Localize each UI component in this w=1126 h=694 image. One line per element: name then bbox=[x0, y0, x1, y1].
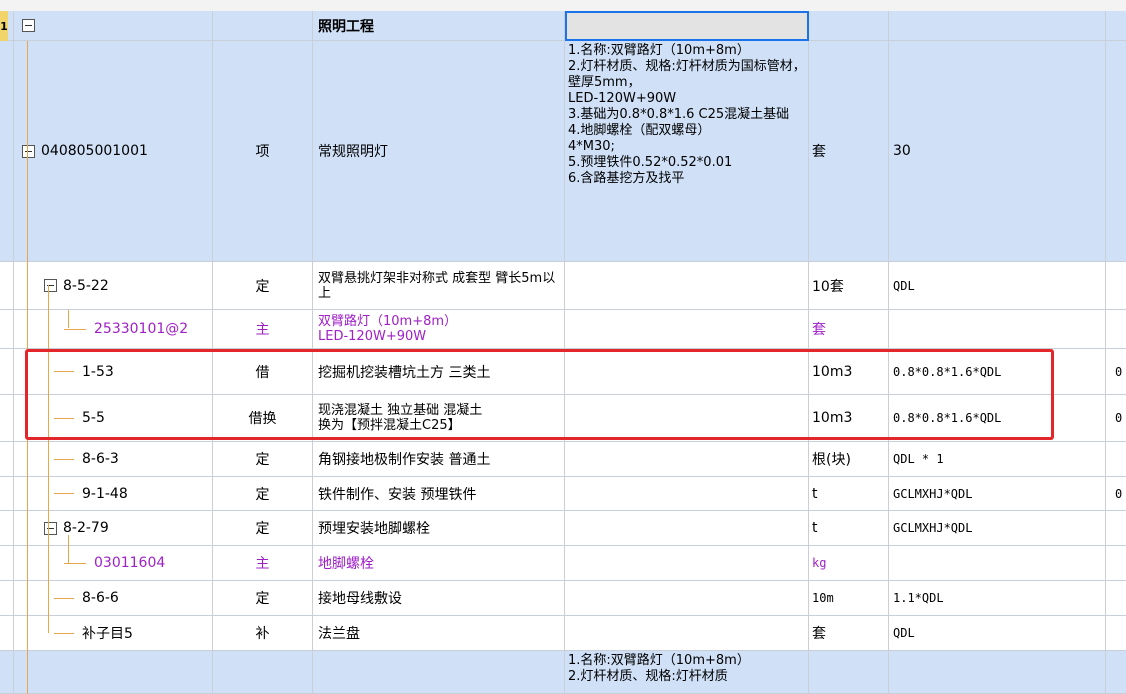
table-row[interactable]: 8-6-6 定 接地母线敷设 10m 1.1*QDL bbox=[0, 581, 1126, 616]
tree-connector bbox=[68, 310, 69, 328]
row-code: 9-1-48 bbox=[82, 485, 128, 502]
bill-item-row-next[interactable]: 1.名称:双臂路灯（10m+8m） 2.灯杆材质、规格:灯杆材质 bbox=[0, 651, 1126, 694]
row-extra bbox=[1106, 546, 1126, 581]
tree-connector bbox=[48, 285, 49, 633]
row-extra bbox=[1106, 442, 1126, 477]
row-name: 预埋安装地脚螺栓 bbox=[313, 511, 565, 546]
row-name: 现浇混凝土 独立基础 混凝土 换为【预拌混凝土C25】 bbox=[313, 395, 565, 442]
row-code: 25330101@2 bbox=[94, 321, 189, 337]
row-name: 铁件制作、安装 预埋铁件 bbox=[313, 477, 565, 511]
row-expr[interactable]: 0.8*0.8*1.6*QDL bbox=[889, 349, 1106, 395]
collapse-icon[interactable] bbox=[44, 279, 57, 292]
item-unit: 套 bbox=[809, 41, 889, 262]
row-expr[interactable]: QDL bbox=[889, 616, 1106, 651]
row-type: 定 bbox=[213, 442, 313, 477]
tree-connector bbox=[27, 41, 28, 694]
table-row[interactable]: 25330101@2 主 双臂路灯（10m+8m） LED-120W+90W 套 bbox=[0, 310, 1126, 349]
table-row[interactable]: 1-53 借 挖掘机挖装槽坑土方 三类土 10m3 0.8*0.8*1.6*QD… bbox=[0, 349, 1126, 395]
row-unit: 10m3 bbox=[809, 349, 889, 395]
table-row[interactable]: 8-2-79 定 预埋安装地脚螺栓 t GCLMXHJ*QDL bbox=[0, 511, 1126, 546]
item-code-cell[interactable]: 040805001001 bbox=[14, 41, 213, 262]
row-unit: t bbox=[809, 511, 889, 546]
row-expr[interactable]: QDL * 1 bbox=[889, 442, 1106, 477]
row-type: 主 bbox=[213, 546, 313, 581]
bill-item-row[interactable]: 040805001001 项 常规照明灯 1.名称:双臂路灯（10m+8m） 2… bbox=[0, 41, 1126, 262]
row-extra bbox=[1106, 581, 1126, 616]
row-name: 角钢接地极制作安装 普通土 bbox=[313, 442, 565, 477]
row-code: 8-6-3 bbox=[82, 451, 119, 467]
row-code: 5-5 bbox=[82, 410, 105, 426]
row-unit: kg bbox=[809, 546, 889, 581]
row-extra: 0 bbox=[1106, 395, 1126, 442]
row-number: 1 bbox=[0, 11, 8, 41]
row-expr[interactable]: GCLMXHJ*QDL bbox=[889, 511, 1106, 546]
selected-description-cell[interactable] bbox=[565, 11, 809, 41]
item-description[interactable]: 1.名称:双臂路灯（10m+8m） 2.灯杆材质、规格:灯杆材质为国标管材，壁厚… bbox=[565, 41, 809, 262]
row-extra: 0 bbox=[1106, 349, 1126, 395]
row-code: 8-5-22 bbox=[63, 277, 109, 294]
group-row[interactable]: 照明工程 bbox=[0, 11, 1126, 41]
row-type: 定 bbox=[213, 262, 313, 310]
item-code: 040805001001 bbox=[41, 143, 148, 159]
item-quantity[interactable]: 30 bbox=[889, 41, 1106, 262]
row-type: 定 bbox=[213, 581, 313, 616]
row-type: 借换 bbox=[213, 395, 313, 442]
collapse-icon[interactable] bbox=[22, 19, 35, 32]
row-type: 定 bbox=[213, 477, 313, 511]
row-type: 借 bbox=[213, 349, 313, 395]
row-code: 1-53 bbox=[82, 363, 114, 380]
row-unit: t bbox=[809, 477, 889, 511]
row-extra bbox=[1106, 262, 1126, 310]
item-name: 常规照明灯 bbox=[313, 41, 565, 262]
table-row[interactable]: 5-5 借换 现浇混凝土 独立基础 混凝土 换为【预拌混凝土C25】 10m3 … bbox=[0, 395, 1126, 442]
row-type: 主 bbox=[213, 310, 313, 349]
row-name: 法兰盘 bbox=[313, 616, 565, 651]
row-code: 补子目5 bbox=[82, 626, 133, 642]
tree-connector bbox=[68, 535, 69, 564]
row-unit: 套 bbox=[809, 310, 889, 349]
row-name: 双臂路灯（10m+8m） LED-120W+90W bbox=[313, 310, 565, 349]
table-row[interactable]: 8-6-3 定 角钢接地极制作安装 普通土 根(块) QDL * 1 bbox=[0, 442, 1126, 477]
row-code: 8-6-6 bbox=[82, 590, 119, 606]
row-code: 03011604 bbox=[94, 555, 166, 571]
group-expander-cell[interactable] bbox=[14, 11, 213, 41]
table-row[interactable]: 8-5-22 定 双臂悬挑灯架非对称式 成套型 臂长5m以上 10套 QDL bbox=[0, 262, 1126, 310]
row-expr[interactable] bbox=[889, 546, 1106, 581]
row-name: 接地母线敷设 bbox=[313, 581, 565, 616]
table-row[interactable]: 补子目5 补 法兰盘 套 QDL bbox=[0, 616, 1126, 651]
item-type: 项 bbox=[213, 41, 313, 262]
row-extra bbox=[1106, 616, 1126, 651]
row-unit: 10套 bbox=[809, 262, 889, 310]
row-unit: 根(块) bbox=[809, 442, 889, 477]
row-extra: 0 bbox=[1106, 477, 1126, 511]
row-unit: 10m bbox=[809, 581, 889, 616]
row-expr[interactable]: QDL bbox=[889, 262, 1106, 310]
row-expr[interactable]: 1.1*QDL bbox=[889, 581, 1106, 616]
row-name: 双臂悬挑灯架非对称式 成套型 臂长5m以上 bbox=[313, 262, 565, 310]
row-expr[interactable]: 0.8*0.8*1.6*QDL bbox=[889, 395, 1106, 442]
table-row[interactable]: 03011604 主 地脚螺栓 kg bbox=[0, 546, 1126, 581]
row-unit: 套 bbox=[809, 616, 889, 651]
next-item-description[interactable]: 1.名称:双臂路灯（10m+8m） 2.灯杆材质、规格:灯杆材质 bbox=[565, 651, 809, 694]
row-type: 定 bbox=[213, 511, 313, 546]
collapse-icon[interactable] bbox=[22, 144, 35, 158]
row-expr[interactable]: GCLMXHJ*QDL bbox=[889, 477, 1106, 511]
row-name: 地脚螺栓 bbox=[313, 546, 565, 581]
row-code: 8-2-79 bbox=[63, 520, 109, 536]
row-expr[interactable] bbox=[889, 310, 1106, 349]
collapse-icon[interactable] bbox=[44, 521, 57, 535]
table-row[interactable]: 9-1-48 定 铁件制作、安装 预埋铁件 t GCLMXHJ*QDL 0 bbox=[0, 477, 1126, 511]
row-type: 补 bbox=[213, 616, 313, 651]
row-unit: 10m3 bbox=[809, 395, 889, 442]
row-name: 挖掘机挖装槽坑土方 三类土 bbox=[313, 349, 565, 395]
group-title: 照明工程 bbox=[313, 11, 565, 41]
row-extra bbox=[1106, 310, 1126, 349]
row-extra bbox=[1106, 511, 1126, 546]
